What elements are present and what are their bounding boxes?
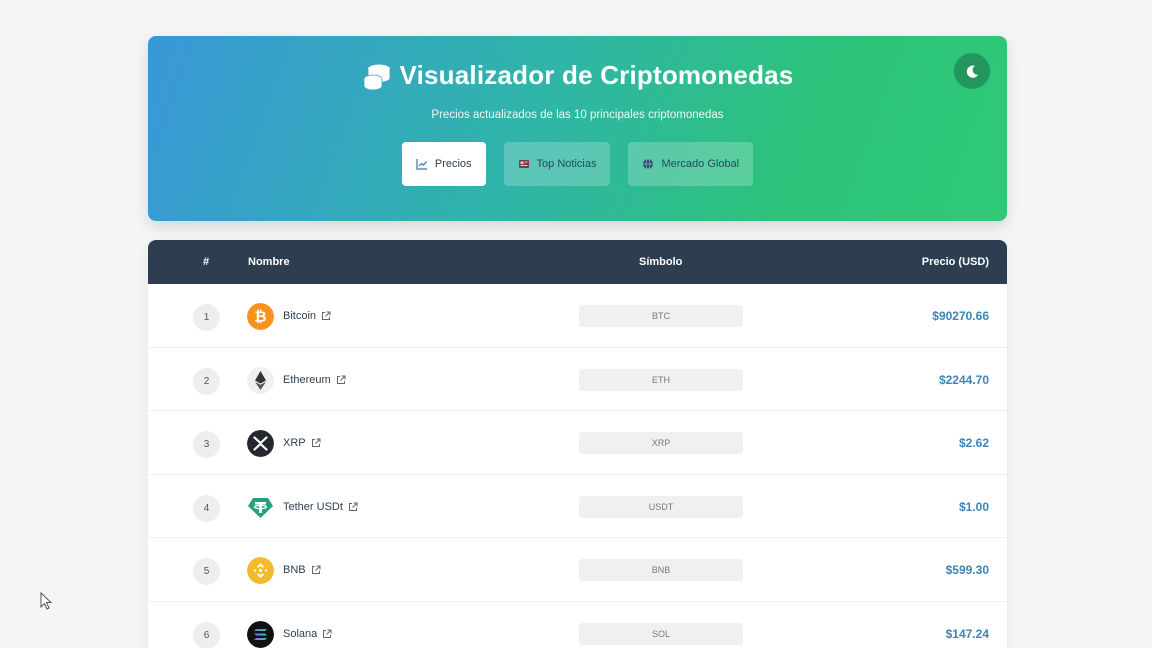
price-value: $1.00 (958, 499, 989, 514)
tab-mercado-global[interactable]: Mercado Global (628, 142, 754, 186)
newspaper-icon (518, 160, 529, 168)
coin-link[interactable]: XRP (283, 437, 321, 449)
tab-bar: Precios Top Noticias Mercado Global (148, 142, 1007, 186)
coin-name: XRP (283, 437, 306, 449)
rank-badge: 6 (193, 621, 220, 648)
symbol-badge: BTC (579, 305, 743, 327)
page-title: Visualizador de Criptomonedas (399, 60, 794, 90)
coin-name: BNB (283, 564, 306, 576)
tab-precios[interactable]: Precios (401, 142, 486, 186)
globe-icon (643, 158, 654, 170)
coin-name: Solana (283, 627, 318, 640)
moon-icon (966, 65, 978, 78)
theme-toggle-button[interactable] (954, 53, 990, 89)
external-link-icon (348, 502, 358, 511)
tab-label: Mercado Global (661, 158, 740, 170)
price-value: $2244.70 (938, 372, 989, 387)
rank-badge: 3 (193, 431, 220, 458)
mouse-cursor-icon (40, 592, 53, 610)
price-value: $2.62 (958, 436, 989, 450)
solana-icon (247, 620, 274, 648)
symbol-badge: USDT (579, 495, 743, 518)
coin-name: Ethereum (283, 373, 331, 386)
coin-link[interactable]: Solana (283, 628, 332, 640)
price-value: $147.24 (945, 626, 989, 641)
external-link-icon (322, 311, 331, 320)
table-row: 5 BNB BNB $599.30 (148, 538, 1007, 602)
external-link-icon (311, 438, 321, 447)
table-row: 3 XRP XRP $2.62 (148, 411, 1007, 475)
external-link-icon (311, 565, 321, 574)
xrp-icon (247, 430, 274, 457)
rank-badge: 1 (193, 304, 220, 331)
symbol-badge: BNB (579, 559, 743, 581)
column-header-name: Nombre (248, 256, 290, 268)
ethereum-icon (247, 366, 274, 394)
tether-icon (247, 494, 274, 521)
rank-badge: 5 (193, 558, 220, 585)
external-link-icon (323, 629, 332, 638)
chart-line-icon (416, 159, 427, 170)
column-header-rank: # (203, 256, 210, 268)
external-link-icon (336, 375, 346, 384)
table-row: 1 ₿ Bitcoin BTC $90270.66 (148, 284, 1007, 348)
coins-icon (362, 61, 392, 91)
coin-link[interactable]: Bitcoin (283, 310, 331, 322)
column-header-symbol: Símbolo (639, 256, 683, 268)
tab-top-noticias[interactable]: Top Noticias (503, 142, 611, 186)
symbol-badge: ETH (579, 368, 743, 391)
rank-badge: 2 (193, 367, 220, 395)
symbol-badge: SOL (579, 622, 743, 645)
price-value: $599.30 (945, 563, 989, 577)
rank-badge: 4 (193, 494, 220, 522)
crypto-table: # Nombre Símbolo Precio (USD) 1 ₿ Bitcoi… (148, 240, 1007, 648)
coin-link[interactable]: BNB (283, 564, 321, 576)
coin-link[interactable]: Ethereum (283, 374, 346, 386)
bitcoin-icon: ₿ (247, 303, 274, 330)
table-row: 2 Ethereum ETH $2244.70 (148, 347, 1007, 411)
title-row: Visualizador de Criptomonedas (148, 60, 1007, 91)
table-row: 6 Solana SOL $147.24 (148, 601, 1007, 648)
coin-name: Bitcoin (283, 310, 317, 322)
table-header: # Nombre Símbolo Precio (USD) (148, 240, 1007, 284)
tab-label: Top Noticias (536, 158, 597, 170)
bnb-icon (247, 557, 274, 584)
table-row: 4 Tether USDt USDT $1.00 (148, 474, 1007, 538)
svg-text:₿: ₿ (254, 308, 266, 326)
app-header: Visualizador de Criptomonedas Precios ac… (148, 36, 1007, 221)
column-header-price: Precio (USD) (921, 256, 989, 268)
coin-link[interactable]: Tether USDt (283, 501, 358, 513)
price-value: $90270.66 (932, 309, 989, 323)
page-subtitle: Precios actualizados de las 10 principal… (431, 109, 724, 121)
coin-name: Tether USDt (283, 500, 343, 513)
tab-label: Precios (434, 158, 472, 170)
symbol-badge: XRP (579, 432, 743, 454)
